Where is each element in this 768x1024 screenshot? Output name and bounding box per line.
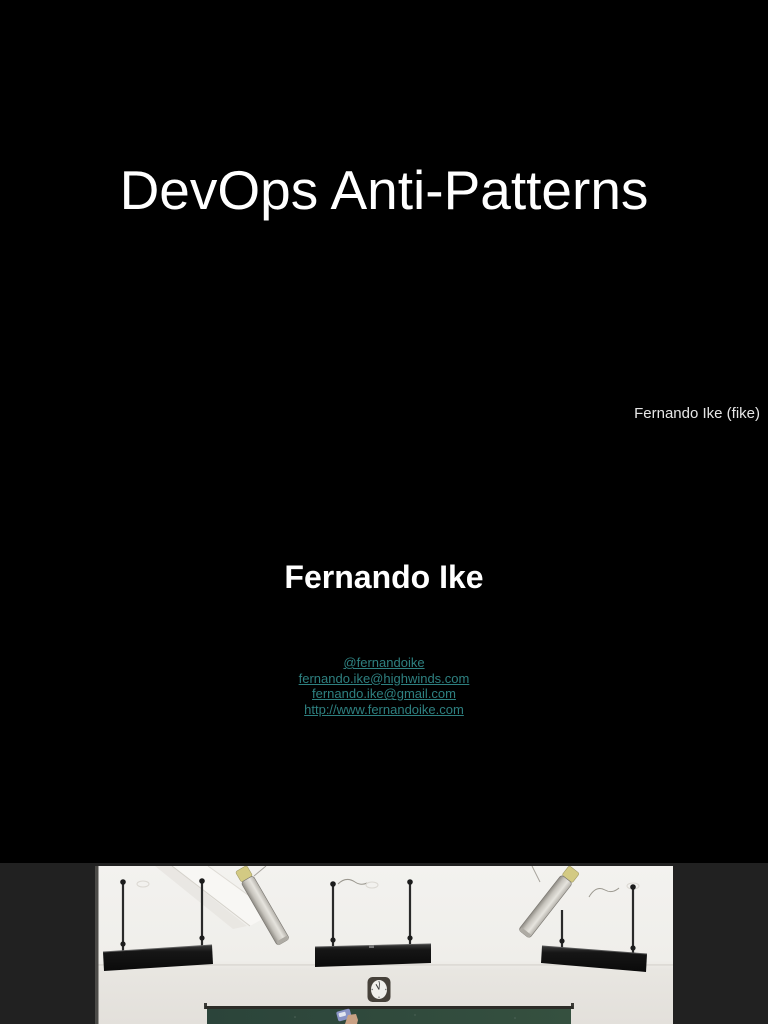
- wall-clock: [367, 977, 391, 1002]
- classroom-photo: [95, 866, 673, 1024]
- slide-2-photo-page: [0, 863, 768, 1024]
- chalkboard: [204, 1003, 574, 1024]
- contact-links: @fernandoike fernando.ike@highwinds.com …: [0, 655, 768, 717]
- link-website[interactable]: http://www.fernandoike.com: [0, 702, 768, 718]
- link-email-gmail[interactable]: fernando.ike@gmail.com: [0, 686, 768, 702]
- slide-1-title-page: DevOps Anti-Patterns Fernando Ike (fike)…: [0, 0, 768, 863]
- slide-title: DevOps Anti-Patterns: [119, 159, 649, 221]
- presenter-credit: Fernando Ike (fike): [634, 405, 760, 422]
- photo-left-edge: [95, 866, 99, 1024]
- link-email-highwinds[interactable]: fernando.ike@highwinds.com: [0, 671, 768, 687]
- presenter-name: Fernando Ike: [284, 559, 484, 595]
- link-twitter-handle[interactable]: @fernandoike: [0, 655, 768, 671]
